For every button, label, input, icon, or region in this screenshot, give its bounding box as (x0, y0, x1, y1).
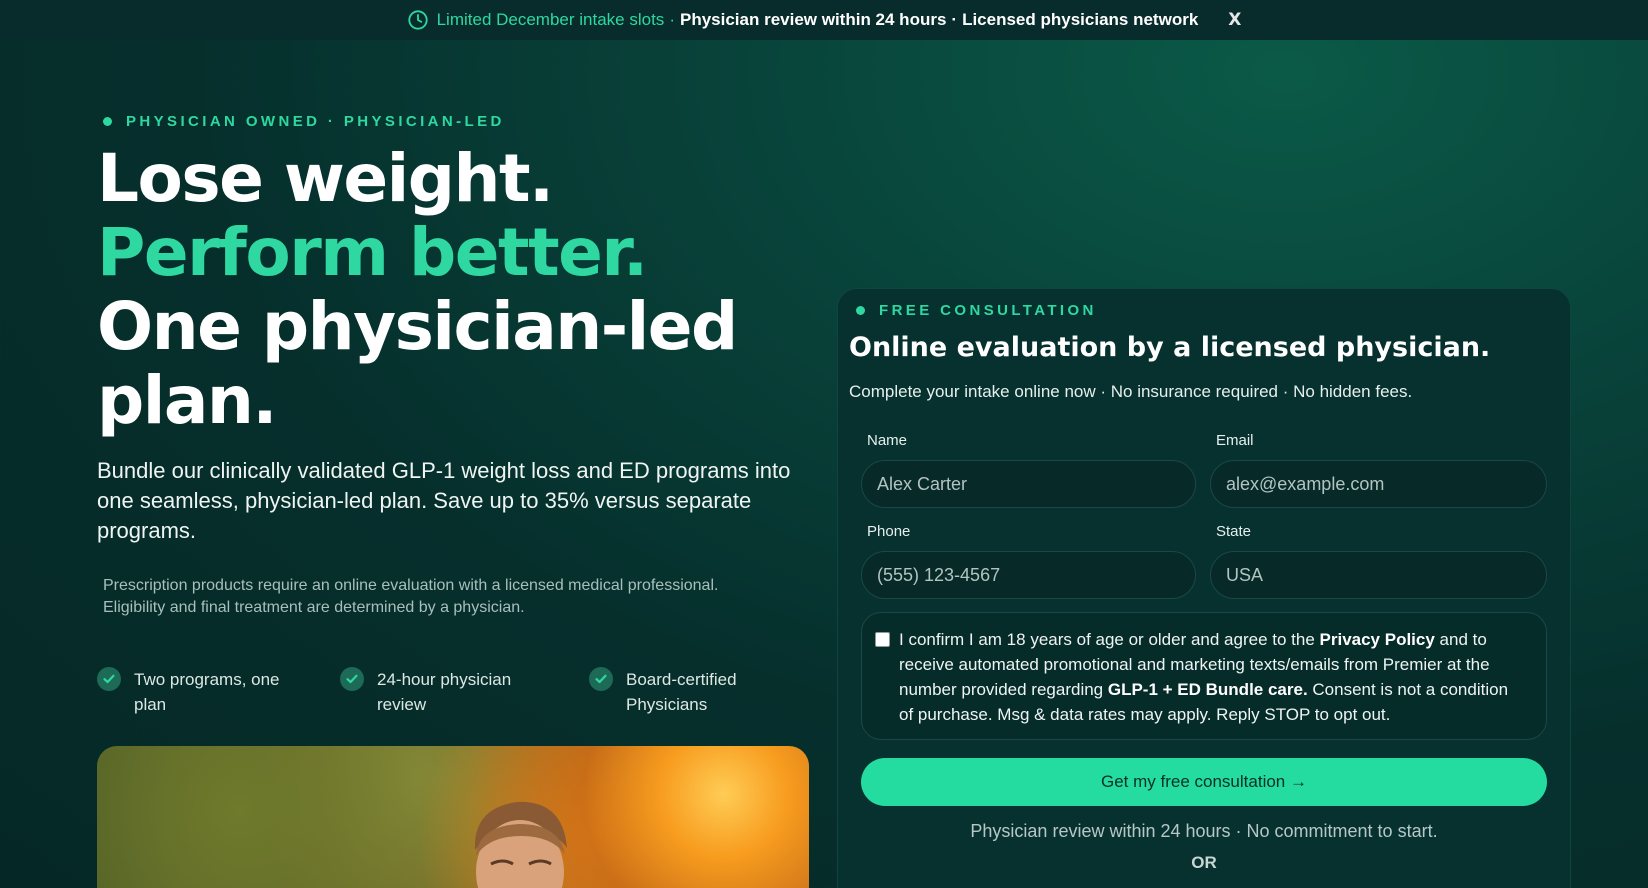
state-label: State (1216, 523, 1252, 540)
hero-eyebrow: PHYSICIAN OWNED · PHYSICIAN-LED (103, 113, 505, 130)
name-label: Name (867, 432, 908, 449)
form-subtitle: Complete your intake online now · No ins… (849, 382, 1413, 401)
consent-text-part: I confirm I am 18 years of age or older … (899, 630, 1320, 649)
hero-title-line: One physician-led (97, 288, 738, 365)
feature-text-line: review (377, 695, 427, 714)
announcement-separator: · (669, 10, 675, 29)
hero-title: Lose weight. Perform better. One physici… (97, 142, 817, 438)
feature-text-line: 24-hour physician (377, 670, 512, 689)
feature-text: 24-hour physician review (377, 667, 511, 717)
hero-eyebrow-text: PHYSICIAN OWNED · PHYSICIAN-LED (126, 113, 505, 130)
eyebrow-dot-icon (103, 117, 112, 126)
feature-text: Two programs, one plan (134, 667, 280, 717)
email-label: Email (1216, 432, 1254, 449)
prescription-disclaimer: Prescription products require an online … (103, 577, 719, 616)
cta-note: Physician review within 24 hours · No co… (970, 821, 1438, 841)
announcement-item-review: Physician review within 24 hours (679, 10, 947, 29)
consent-box: I confirm I am 18 years of age or older … (861, 612, 1547, 740)
clock-icon (407, 10, 428, 30)
feature-text-line: Physicians (626, 695, 708, 714)
check-icon (97, 667, 121, 691)
hero-title-line: plan. (97, 362, 277, 439)
hero-title-line: Lose weight. (97, 140, 554, 217)
eyebrow-dot-icon (856, 306, 865, 315)
announcement-item-network: Licensed physicians network (962, 10, 1199, 29)
consent-checkbox[interactable] (875, 632, 890, 647)
check-icon (589, 667, 613, 691)
feature-item: Two programs, one plan (97, 667, 280, 717)
form-eyebrow-text: FREE CONSULTATION (879, 302, 1097, 319)
state-input[interactable] (1210, 551, 1547, 599)
feature-item: Board-certified Physicians (589, 667, 737, 717)
consent-text: I confirm I am 18 years of age or older … (899, 627, 1519, 727)
name-input[interactable] (861, 460, 1196, 508)
announcement-separator: · (951, 10, 958, 29)
feature-text-line: Two programs, one (134, 670, 280, 689)
email-input[interactable] (1210, 460, 1547, 508)
feature-text-line: Board-certified (626, 670, 737, 689)
feature-text: Board-certified Physicians (626, 667, 737, 717)
feature-text-line: plan (134, 695, 167, 714)
phone-label: Phone (867, 523, 911, 540)
form-title: Online evaluation by a licensed physicia… (849, 332, 1491, 363)
hero-title-line-accent: Perform better. (97, 214, 648, 291)
close-announcement-button[interactable]: X (1228, 10, 1241, 30)
feature-item: 24-hour physician review (340, 667, 511, 717)
announcement-bar: Limited December intake slots · Physicia… (0, 0, 1648, 40)
or-divider: OR (1191, 853, 1217, 872)
hero-photo (97, 746, 809, 888)
announcement-highlight: Limited December intake slots (436, 10, 665, 29)
consent-product-name: GLP-1 + ED Bundle care. (1107, 680, 1308, 699)
feature-list: Two programs, one plan 24-hour physician… (97, 667, 797, 727)
hero-subtitle: Bundle our clinically validated GLP-1 we… (97, 458, 791, 543)
privacy-policy-link[interactable]: Privacy Policy (1320, 630, 1435, 649)
check-icon (340, 667, 364, 691)
phone-input[interactable] (861, 551, 1196, 599)
form-eyebrow: FREE CONSULTATION (856, 302, 1097, 319)
person-illustration (474, 801, 567, 888)
consultation-form-card: FREE CONSULTATION Online evaluation by a… (837, 288, 1571, 888)
get-free-consultation-button[interactable]: Get my free consultation → (861, 758, 1547, 806)
